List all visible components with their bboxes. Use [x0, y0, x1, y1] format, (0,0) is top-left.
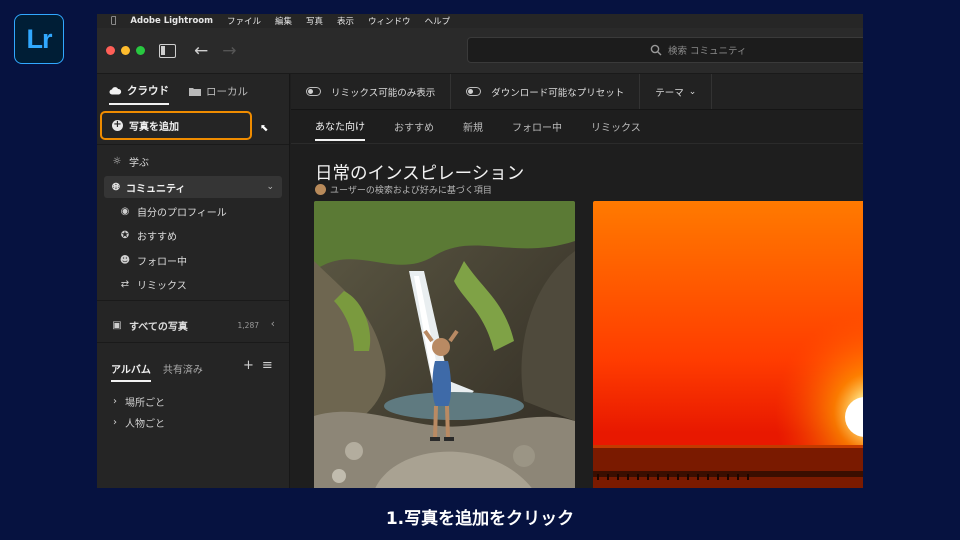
photo-card-waterfall[interactable] — [314, 201, 575, 488]
tab-local-label: ローカル — [206, 86, 248, 98]
profile-icon: ◉ — [120, 206, 130, 217]
search-placeholder: 検索 コミュニティ — [668, 46, 747, 57]
photo-card-sunset[interactable] — [593, 201, 863, 488]
sidebar-item-learn[interactable]: ☼ 学ぶ — [111, 154, 289, 169]
add-photo-label: 写真を追加 — [129, 122, 179, 133]
remix-icon: ⇄ — [120, 279, 130, 290]
sidebar-item-remix[interactable]: ⇄ リミックス — [119, 277, 289, 292]
add-circle-icon: + — [112, 119, 123, 131]
traffic-lights — [106, 46, 145, 55]
menu-edit[interactable]: 編集 — [275, 15, 292, 27]
menu-file[interactable]: ファイル — [227, 15, 261, 27]
profile-label: 自分のプロフィール — [137, 208, 227, 219]
chevron-down-icon: ⌄ — [688, 86, 697, 97]
add-album-icon[interactable]: + — [243, 358, 254, 373]
chevron-right-icon: › — [113, 417, 117, 428]
album-by-person[interactable]: › 人物ごと — [111, 415, 289, 430]
search-input[interactable]: 検索 コミュニティ — [467, 37, 863, 63]
divider — [97, 300, 289, 301]
all-photos-count: 1,287 — [237, 321, 259, 330]
album-by-place-label: 場所ごと — [125, 398, 165, 409]
theme-dropdown[interactable]: テーマ ⌄ — [640, 74, 713, 109]
lightroom-window:  Adobe Lightroom ファイル 編集 写真 表示 ウィンドウ ヘル… — [97, 14, 863, 488]
menu-app-name[interactable]: Adobe Lightroom — [130, 16, 213, 26]
window-titlebar: ← → 検索 コミュニティ — [97, 28, 863, 74]
search-icon — [650, 44, 662, 56]
filter-downloadable-presets[interactable]: ダウンロード可能なプリセット — [451, 74, 641, 109]
award-icon: ✪ — [120, 230, 130, 241]
source-tabs: クラウド ローカル — [97, 74, 289, 105]
macos-menubar:  Adobe Lightroom ファイル 編集 写真 表示 ウィンドウ ヘル… — [97, 14, 863, 28]
community-label: コミュニティ — [126, 183, 186, 195]
apple-icon[interactable]:  — [111, 16, 116, 26]
tutorial-caption: 1.写真を追加をクリック — [385, 509, 575, 529]
left-sidebar: クラウド ローカル + 写真を追加 ⬉ ☼ 学ぶ 🌐︎ コミュニティ ⌄ ◉ 自… — [97, 74, 290, 488]
tab-shared[interactable]: 共有済み — [163, 361, 203, 382]
sidebar-item-community[interactable]: 🌐︎ コミュニティ ⌄ — [104, 176, 282, 198]
sidebar-item-recommended[interactable]: ✪ おすすめ — [119, 228, 289, 243]
menu-photo[interactable]: 写真 — [306, 15, 323, 27]
chevron-right-icon: › — [113, 396, 117, 407]
tab-albums[interactable]: アルバム — [111, 361, 151, 382]
album-by-person-label: 人物ごと — [125, 419, 165, 430]
divider — [97, 342, 289, 343]
close-window-button[interactable] — [106, 46, 115, 55]
album-actions: + ≡ — [243, 358, 273, 373]
filter-downloadable-label: ダウンロード可能なプリセット — [491, 87, 625, 99]
tab-for-you[interactable]: あなた向け — [315, 118, 365, 141]
recommended-label: おすすめ — [137, 232, 177, 243]
theme-label: テーマ — [655, 87, 684, 99]
chevron-down-icon: ⌄ — [266, 182, 274, 192]
avatar — [315, 184, 326, 195]
folder-icon — [189, 88, 201, 96]
following-icon: ☻ — [119, 255, 131, 266]
lightroom-logo: Lr — [14, 14, 64, 64]
album-tabs: アルバム 共有済み — [111, 361, 203, 382]
main-content: リミックス可能のみ表示 ダウンロード可能なプリセット テーマ ⌄ あなた向け お… — [291, 74, 863, 488]
section-title: 日常のインスピレーション — [315, 164, 525, 184]
back-arrow-icon[interactable]: ← — [194, 41, 208, 61]
sidebar-item-following[interactable]: ☻ フォロー中 — [119, 253, 289, 268]
community-subtabs: あなた向け おすすめ 新規 フォロー中 リミックス — [291, 110, 863, 144]
lightbulb-icon: ☼ — [112, 156, 122, 167]
chevron-left-icon[interactable]: ‹ — [271, 317, 275, 330]
sidebar-item-all-photos[interactable]: ▣ すべての写真 — [111, 318, 289, 333]
mouse-cursor-icon: ⬉ — [260, 123, 269, 134]
filter-bar: リミックス可能のみ表示 ダウンロード可能なプリセット テーマ ⌄ — [291, 74, 863, 110]
album-by-place[interactable]: › 場所ごと — [111, 394, 289, 409]
tab-new[interactable]: 新規 — [463, 119, 483, 140]
learn-label: 学ぶ — [129, 158, 149, 169]
tab-local[interactable]: ローカル — [189, 84, 248, 104]
photos-icon: ▣ — [112, 320, 122, 331]
remix-label: リミックス — [137, 281, 187, 292]
sidebar-toggle-icon[interactable] — [159, 43, 176, 58]
tab-cloud-label: クラウド — [127, 85, 169, 97]
tab-cloud[interactable]: クラウド — [109, 83, 169, 105]
toggle-switch[interactable] — [306, 87, 321, 96]
forward-arrow-icon[interactable]: → — [222, 41, 236, 61]
toggle-switch[interactable] — [466, 87, 482, 96]
section-subtitle: ユーザーの検索および好みに基づく項目 — [315, 183, 492, 196]
filter-remixable-only[interactable]: リミックス可能のみ表示 — [291, 74, 452, 109]
menu-window[interactable]: ウィンドウ — [368, 15, 411, 27]
following-label: フォロー中 — [137, 257, 187, 268]
tab-remix[interactable]: リミックス — [591, 119, 641, 140]
sort-icon[interactable]: ≡ — [262, 358, 273, 373]
minimize-window-button[interactable] — [121, 46, 130, 55]
all-photos-label: すべての写真 — [129, 322, 188, 333]
filter-remixable-label: リミックス可能のみ表示 — [331, 87, 436, 99]
waterfall-photo — [314, 201, 575, 488]
menu-help[interactable]: ヘルプ — [425, 15, 451, 27]
globe-icon: 🌐︎ — [112, 181, 120, 193]
add-photo-button[interactable]: + 写真を追加 — [100, 111, 252, 140]
tab-recommended[interactable]: おすすめ — [394, 119, 434, 140]
sidebar-item-profile[interactable]: ◉ 自分のプロフィール — [119, 204, 289, 219]
tab-following[interactable]: フォロー中 — [512, 119, 562, 140]
zoom-window-button[interactable] — [136, 46, 145, 55]
cloud-icon — [109, 87, 122, 95]
sunset-photo — [593, 201, 863, 488]
section-subtitle-text: ユーザーの検索および好みに基づく項目 — [330, 186, 492, 196]
menu-view[interactable]: 表示 — [337, 15, 354, 27]
divider — [97, 144, 289, 145]
